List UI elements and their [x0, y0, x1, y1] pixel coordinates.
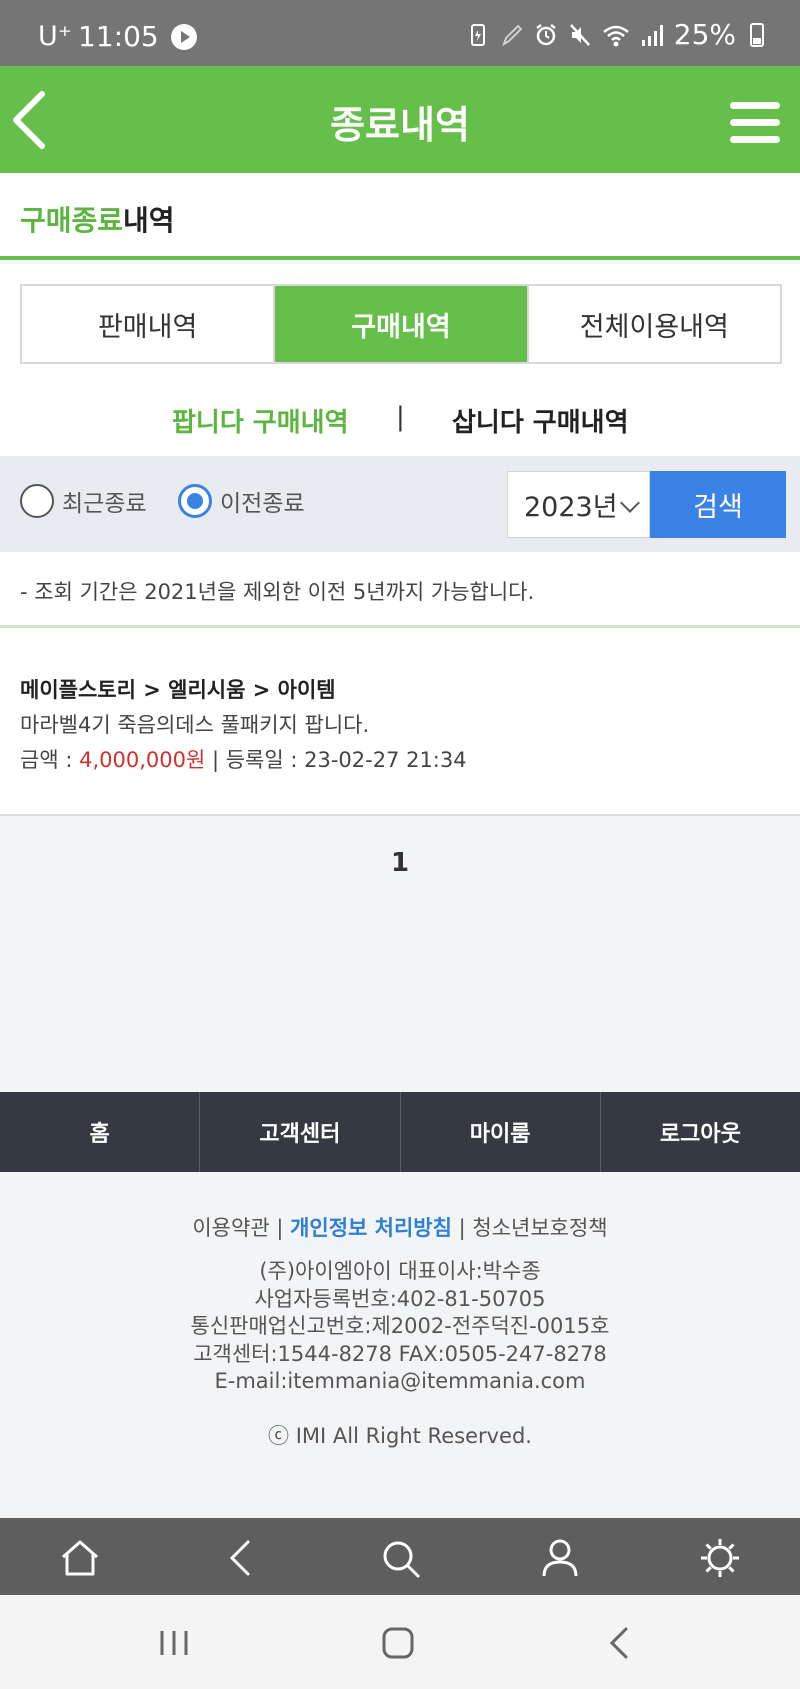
battery-icon	[750, 22, 764, 47]
alarm-icon	[536, 23, 556, 45]
signal-icon	[641, 24, 663, 46]
subtabs: 팝니다 구매내역 | 삽니다 구매내역	[0, 402, 800, 442]
recent-apps-icon[interactable]	[154, 1623, 194, 1663]
battery-saver-icon	[470, 23, 485, 46]
item-title[interactable]: 마라벨4기 죽음의데스 풀패키지 팝니다.	[20, 709, 369, 739]
footer-nav-myroom[interactable]: 마이룸	[401, 1092, 601, 1172]
app-header: 종료내역	[0, 66, 800, 173]
price-label: 금액 :	[20, 748, 80, 772]
year-select[interactable]: 2023년	[507, 471, 650, 538]
item-price: 4,000,000원	[79, 748, 206, 772]
chevron-down-icon	[620, 493, 640, 513]
list-item[interactable]: 메이플스토리 > 엘리시움 > 아이템 마라벨4기 죽음의데스 풀패키지 팝니다…	[0, 628, 800, 816]
status-bar: U⁺ 11:05 25%	[0, 0, 800, 66]
carrier-label: U⁺	[38, 21, 73, 52]
status-right: 25%	[466, 18, 764, 51]
section-title: 구매종료내역	[20, 199, 175, 239]
main-panel: 판매내역 구매내역 전체이용내역 팝니다 구매내역 | 삽니다 구매내역	[0, 264, 800, 456]
pagination-current-page[interactable]: 1	[0, 848, 800, 878]
subtab-separator: |	[396, 402, 405, 432]
settings-icon[interactable]	[698, 1536, 742, 1580]
company-line: 사업자등록번호:402-81-50705	[254, 1286, 546, 1311]
subtab-buy-purchase[interactable]: 삽니다 구매내역	[452, 402, 629, 439]
system-nav-bar	[0, 1595, 800, 1689]
browser-toolbar	[0, 1518, 800, 1595]
notice-text: - 조회 기간은 2021년을 제외한 이전 5년까지 가능합니다.	[20, 580, 535, 604]
battery-percent: 25%	[673, 18, 736, 51]
tab-all-history[interactable]: 전체이용내역	[528, 286, 780, 362]
policy-separator: |	[269, 1216, 291, 1240]
mute-icon	[569, 23, 590, 46]
section-title-rest: 내역	[123, 204, 175, 237]
section-header: 구매종료내역	[0, 173, 800, 260]
search-icon[interactable]	[378, 1536, 422, 1580]
company-line: 고객센터:1544-8278 FAX:0505-247-8278	[193, 1341, 607, 1366]
history-tabs: 판매내역 구매내역 전체이용내역	[20, 284, 782, 364]
back-button-icon[interactable]	[600, 1623, 640, 1663]
back-icon[interactable]	[220, 1536, 264, 1580]
subtab-sell-purchase[interactable]: 팝니다 구매내역	[172, 402, 349, 439]
home-icon[interactable]	[58, 1536, 102, 1580]
youth-policy-link[interactable]: 청소년보호정책	[472, 1216, 607, 1240]
section-title-highlight: 구매종료	[20, 204, 124, 237]
footer-info: 이용약관 | 개인정보 처리방침 | 청소년보호정책 (주)아이엠아이 대표이사…	[0, 1172, 800, 1518]
radio-circle[interactable]	[20, 484, 54, 518]
radio-circle-checked[interactable]	[178, 484, 212, 518]
terms-link[interactable]: 이용약관	[192, 1216, 269, 1240]
status-left: U⁺ 11:05	[38, 20, 197, 53]
copyright: ⓒ IMI All Right Reserved.	[268, 1424, 532, 1448]
item-meta: 금액 : 4,000,000원 | 등록일 : 23-02-27 21:34	[20, 744, 467, 774]
footer-nav-customer-center[interactable]: 고객센터	[200, 1092, 401, 1172]
page-title: 종료내역	[330, 103, 470, 147]
company-info: (주)아이엠아이 대표이사:박수종 사업자등록번호:402-81-50705 통…	[0, 1258, 800, 1396]
pen-icon	[501, 24, 523, 46]
privacy-link[interactable]: 개인정보 처리방침	[290, 1216, 452, 1240]
footer-nav-logout[interactable]: 로그아웃	[601, 1092, 800, 1172]
user-icon[interactable]	[538, 1536, 582, 1580]
search-button[interactable]: 검색	[650, 471, 786, 538]
tab-purchase-history[interactable]: 구매내역	[275, 286, 529, 362]
tab-sales-history[interactable]: 판매내역	[22, 286, 276, 362]
footer-nav: 홈 고객센터 마이룸 로그아웃	[0, 1092, 800, 1172]
item-date: | 등록일 : 23-02-27 21:34	[205, 748, 467, 772]
company-line: (주)아이엠아이 대표이사:박수종	[259, 1259, 541, 1283]
media-play-icon	[170, 23, 197, 50]
item-category: 메이플스토리 > 엘리시움 > 아이템	[20, 678, 336, 702]
policy-links: 이용약관 | 개인정보 처리방침 | 청소년보호정책	[0, 1212, 800, 1242]
year-value: 2023년	[524, 492, 618, 523]
filter-bar: 최근종료 이전종료 2023년 검색	[0, 456, 800, 552]
policy-separator: |	[451, 1216, 473, 1240]
hamburger-menu-icon[interactable]	[730, 102, 780, 143]
clock: 11:05	[78, 20, 159, 53]
home-button-icon[interactable]	[378, 1623, 418, 1663]
radio-label: 이전종료	[220, 491, 305, 517]
radio-previous[interactable]: 이전종료	[178, 484, 305, 518]
company-line: E-mail:itemmania@itemmania.com	[214, 1369, 586, 1393]
radio-label: 최근종료	[62, 491, 147, 517]
footer-nav-home[interactable]: 홈	[0, 1092, 201, 1172]
radio-recent[interactable]: 최근종료	[20, 484, 147, 518]
company-line: 통신판매업신고번호:제2002-전주덕진-0015호	[190, 1314, 610, 1338]
notice-box: - 조회 기간은 2021년을 제외한 이전 5년까지 가능합니다.	[0, 552, 800, 628]
wifi-icon	[602, 25, 629, 46]
